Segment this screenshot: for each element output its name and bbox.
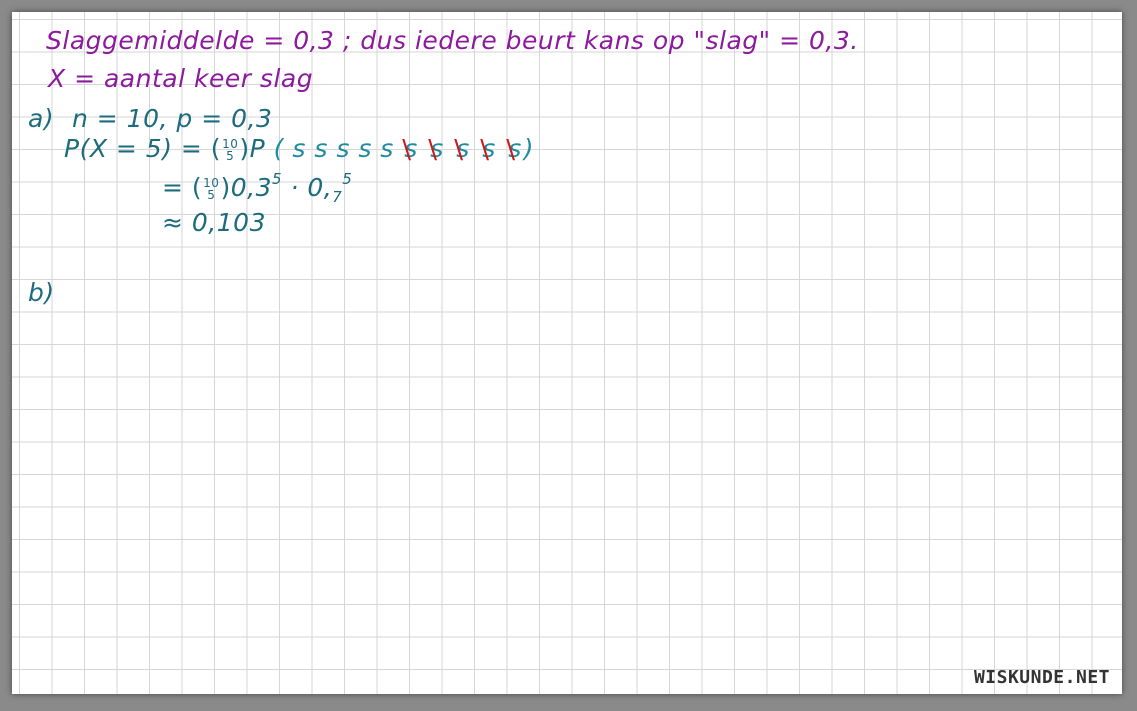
line-probability: P(X = 5) = (10 5)P ( s s s s s s \ s \ s \ s… bbox=[64, 134, 535, 165]
sequence-open-paren: ( bbox=[273, 134, 284, 163]
binom-close-paren: ) bbox=[239, 134, 250, 163]
formula-binom-open: ( bbox=[191, 173, 203, 202]
seq-s-crossed: s \ bbox=[454, 134, 470, 165]
formula-base1: 0,3 bbox=[230, 173, 272, 202]
line-slaggemiddelde: Slaggemiddelde = 0,3 ; dus iedere beurt … bbox=[46, 26, 859, 55]
approx-sign: ≈ bbox=[162, 208, 184, 237]
seq-s-crossed: s \ bbox=[402, 134, 418, 165]
prob-P: P bbox=[249, 134, 266, 163]
formula-equals: = bbox=[162, 173, 184, 202]
binom-open-paren: ( bbox=[210, 134, 222, 163]
seq-s: s bbox=[292, 134, 306, 163]
seq-s: s bbox=[314, 134, 328, 163]
formula-dot: · bbox=[282, 173, 308, 202]
line-formula: = (10 5)0,35 · 0,75 bbox=[162, 170, 352, 206]
seq-s: s bbox=[380, 134, 394, 163]
prob-lhs: P(X = 5) = bbox=[64, 134, 211, 163]
seq-s: s bbox=[358, 134, 372, 163]
formula-exp2: 5 bbox=[342, 170, 353, 188]
wiskunde-net-logo: WISKUNDE.NET bbox=[973, 667, 1110, 688]
result-value: 0,103 bbox=[191, 208, 266, 237]
cross-mark: \ bbox=[454, 135, 464, 165]
seq-s-crossed: s \ bbox=[480, 134, 496, 165]
formula-binom-bottom: 5 bbox=[207, 188, 216, 202]
seq-s-crossed: s \ bbox=[506, 134, 522, 165]
seq-s: s bbox=[336, 134, 350, 163]
cross-mark: \ bbox=[402, 135, 412, 165]
cross-mark: \ bbox=[480, 135, 490, 165]
seq-s-crossed: s \ bbox=[428, 134, 444, 165]
label-part-b: b) bbox=[28, 278, 55, 307]
binom-bottom: 5 bbox=[226, 149, 235, 163]
formula-binom: 10 5 bbox=[203, 177, 219, 201]
sequence-close-paren: ) bbox=[523, 134, 535, 163]
formula-binom-close: ) bbox=[220, 173, 231, 202]
formula-sub2: 7 bbox=[332, 188, 343, 206]
grid-paper-board: Slaggemiddelde = 0,3 ; dus iedere beurt … bbox=[12, 12, 1122, 694]
formula-exp1: 5 bbox=[271, 170, 283, 188]
line-result: ≈ 0,103 bbox=[162, 208, 266, 237]
sequence: ( s s s s s s \ s \ s \ s \ s \) bbox=[273, 134, 535, 165]
line-x-definition: X = aantal keer slag bbox=[48, 64, 314, 93]
binom-coefficient: 10 5 bbox=[222, 138, 238, 162]
cross-mark: \ bbox=[428, 135, 438, 165]
formula-base2: 0, bbox=[307, 173, 333, 202]
cross-mark: \ bbox=[506, 135, 516, 165]
line-n-p: n = 10, p = 0,3 bbox=[72, 104, 273, 133]
label-part-a: a) bbox=[28, 104, 55, 133]
